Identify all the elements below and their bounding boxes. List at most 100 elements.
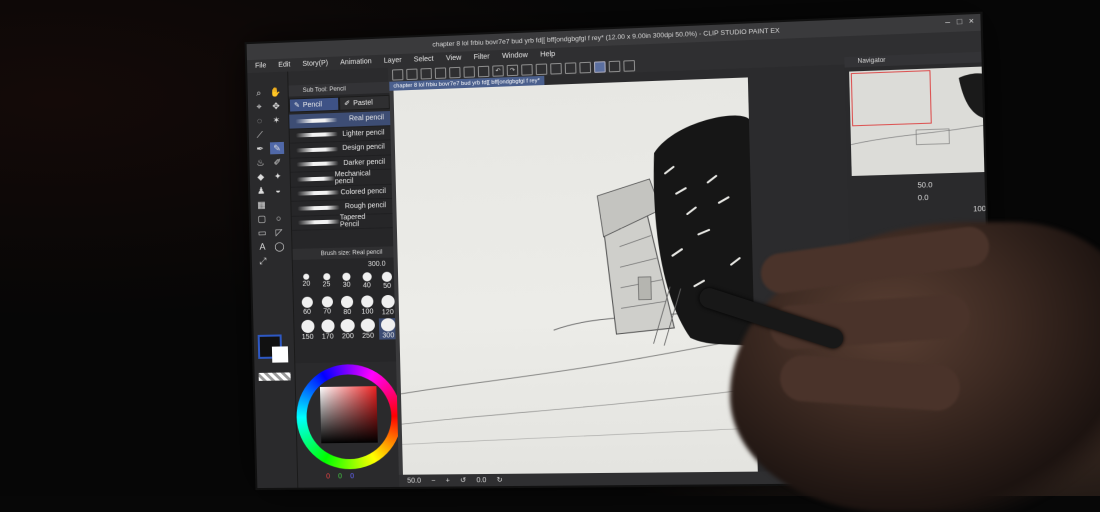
brush-stroke-preview <box>295 132 338 138</box>
color-wheel-panel: 0 0 0 <box>295 361 408 488</box>
size-option[interactable]: 150 <box>298 319 317 341</box>
size-dot <box>342 272 351 281</box>
canvas-zoom-value[interactable]: 50.0 <box>407 477 421 484</box>
magic-wand-icon[interactable]: ✶ <box>269 114 283 127</box>
navigator-zoom[interactable]: 50.0 <box>917 182 932 190</box>
maximize-button[interactable]: □ <box>957 17 963 27</box>
menu-window[interactable]: Window <box>502 52 528 60</box>
size-dot <box>380 294 395 309</box>
brush-stroke-preview <box>296 176 335 182</box>
brush-tool-icon[interactable]: ♨ <box>253 156 267 168</box>
minimize-button[interactable]: – <box>945 17 950 27</box>
size-option[interactable]: 25 <box>317 273 336 295</box>
size-label: 60 <box>303 308 312 316</box>
fill-tool-icon[interactable]: ◒ <box>271 184 285 196</box>
transparent-color-swatch[interactable] <box>258 372 291 381</box>
fill-icon[interactable] <box>564 61 577 74</box>
subtool-header: Sub Tool: Pencil <box>288 81 390 97</box>
saturation-value-square[interactable] <box>319 386 378 444</box>
size-dot <box>381 271 393 282</box>
menu-filter[interactable]: Filter <box>474 53 490 61</box>
size-option[interactable]: 170 <box>318 319 337 341</box>
size-option[interactable]: 200 <box>338 318 357 341</box>
lasso-tool-icon[interactable]: ◌ <box>252 114 266 126</box>
tab-pastel[interactable]: ✐ Pastel <box>339 94 390 111</box>
menu-animation[interactable]: Animation <box>340 58 372 66</box>
zoom-tool-icon[interactable]: ⌕ <box>252 86 266 99</box>
zoom-in-icon[interactable]: + <box>446 477 450 484</box>
menu-select[interactable]: Select <box>414 56 434 64</box>
brush-stroke-preview <box>296 146 339 153</box>
menu-edit[interactable]: Edit <box>278 61 290 68</box>
size-option[interactable]: 80 <box>338 295 357 318</box>
transform-icon[interactable] <box>535 62 548 75</box>
ruler-snap-icon[interactable] <box>593 60 606 73</box>
text-tool-icon[interactable]: A <box>255 241 269 253</box>
navigator-rotation[interactable]: 0.0 <box>918 195 929 203</box>
clear-icon[interactable] <box>477 65 490 77</box>
drawing-canvas[interactable] <box>393 77 758 475</box>
menu-help[interactable]: Help <box>540 51 555 59</box>
brush-label: Darker pencil <box>343 158 386 167</box>
size-dot <box>320 319 335 333</box>
canvas-rotation-value[interactable]: 0.0 <box>476 477 486 484</box>
undo-icon[interactable]: ↶ <box>492 64 504 77</box>
save-icon[interactable] <box>420 67 432 80</box>
new-file-icon[interactable] <box>391 68 404 81</box>
tab-pencil[interactable]: ✎ Pencil <box>288 96 340 113</box>
close-button[interactable]: × <box>969 16 974 26</box>
size-option[interactable]: 20 <box>297 273 316 294</box>
eyedropper-icon[interactable]: ⟋ <box>253 128 267 140</box>
rotate-right-icon[interactable]: ↻ <box>497 476 503 484</box>
gradient-tool-icon[interactable]: ▦ <box>254 198 268 210</box>
navigator-preview[interactable] <box>849 66 990 176</box>
eraser-tool-icon[interactable]: ◆ <box>254 170 268 182</box>
correct-line-tool-icon[interactable]: ⤢ <box>256 255 270 267</box>
size-option[interactable]: 40 <box>357 272 376 294</box>
pen-tool-icon[interactable]: ✒ <box>253 142 267 154</box>
snap-icon[interactable] <box>579 61 592 73</box>
brush-tapered-pencil[interactable]: Tapered Pencil <box>291 213 393 231</box>
blend-tool-icon[interactable]: ✦ <box>271 170 285 182</box>
layer-opacity[interactable]: 100 <box>973 206 986 214</box>
cloud-icon[interactable] <box>449 66 461 78</box>
airbrush-tool-icon[interactable]: ✐ <box>270 156 284 168</box>
size-option[interactable]: 70 <box>318 296 337 318</box>
hand-tool-icon[interactable]: ✋ <box>269 86 283 99</box>
ellipse-tool-icon[interactable]: ○ <box>272 212 286 224</box>
sub-color-swatch[interactable] <box>271 346 289 363</box>
brush-label: Colored pencil <box>340 187 386 197</box>
frame-tool-icon[interactable]: ▭ <box>255 227 269 239</box>
ruler-tool-icon[interactable]: ◸ <box>272 226 286 238</box>
menu-file[interactable]: File <box>255 62 266 69</box>
size-option[interactable]: 30 <box>337 272 356 295</box>
figure-tool-icon[interactable]: ▢ <box>255 213 269 225</box>
pencil-tool-icon[interactable]: ✎ <box>269 141 285 155</box>
print-icon[interactable] <box>463 65 475 78</box>
size-label: 120 <box>381 309 394 317</box>
balloon-tool-icon[interactable]: ◯ <box>272 240 286 252</box>
size-option[interactable]: 100 <box>358 295 377 317</box>
size-label: 100 <box>361 308 374 316</box>
pen-pressure-icon[interactable] <box>623 59 636 72</box>
menu-story[interactable]: Story(P) <box>302 60 328 68</box>
loading-icon[interactable] <box>521 63 533 76</box>
navigator-thumbnail <box>849 66 990 176</box>
menu-view[interactable]: View <box>446 55 462 63</box>
menu-layer[interactable]: Layer <box>384 57 402 65</box>
brush-size-grid: 20 25 30 40 50 60 70 80 100 120 150 170 … <box>293 270 398 344</box>
crop-icon[interactable] <box>550 62 562 75</box>
size-option[interactable]: 60 <box>298 296 317 318</box>
grid-snap-icon[interactable] <box>608 60 621 72</box>
size-option[interactable]: 250 <box>359 318 378 340</box>
stamp-tool-icon[interactable]: ♟ <box>254 184 268 196</box>
zoom-out-icon[interactable]: − <box>431 477 435 484</box>
operation-tool-icon[interactable]: ⌖ <box>252 100 266 113</box>
redo-icon[interactable]: ↷ <box>506 64 519 76</box>
move-tool-icon[interactable]: ✥ <box>269 100 283 113</box>
rotate-left-icon[interactable]: ↺ <box>460 476 466 484</box>
open-file-icon[interactable] <box>406 67 418 80</box>
rgb-readout: 0 0 0 <box>326 473 354 480</box>
export-icon[interactable] <box>434 66 447 79</box>
size-label: 30 <box>342 281 351 289</box>
